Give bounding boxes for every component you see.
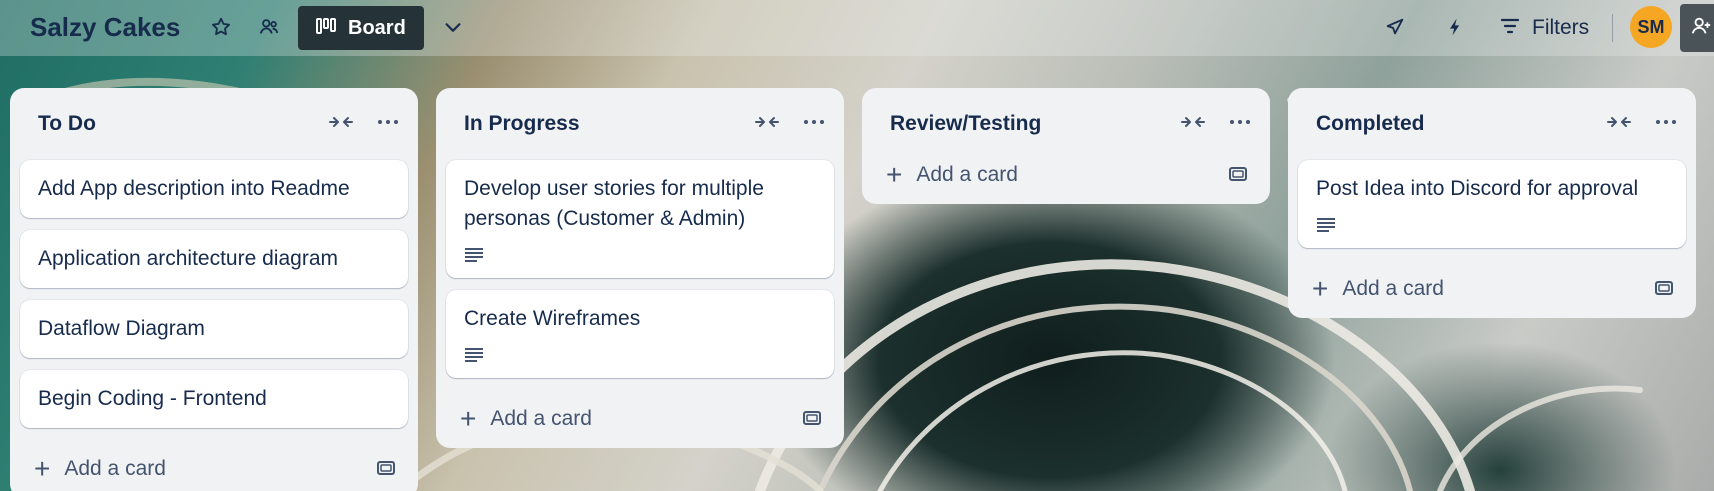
card-template-icon[interactable] xyxy=(1654,278,1674,304)
list-menu-icon[interactable] xyxy=(802,112,826,137)
plus-icon: + xyxy=(1312,273,1329,304)
rocket-icon[interactable] xyxy=(1380,12,1410,42)
list-title[interactable]: To Do xyxy=(38,112,96,136)
card[interactable]: Add App description into Readme xyxy=(20,160,408,218)
list-menu-icon[interactable] xyxy=(1654,112,1678,137)
list-review-testing: Review/Testing + Add a card xyxy=(862,88,1270,204)
card[interactable]: Develop user stories for multiple person… xyxy=(446,160,834,278)
board-view-icon xyxy=(316,17,336,40)
card-template-icon[interactable] xyxy=(802,408,822,434)
add-card-button[interactable]: + Add a card xyxy=(20,440,408,491)
list-title[interactable]: Review/Testing xyxy=(890,112,1041,136)
card[interactable]: Application architecture diagram xyxy=(20,230,408,288)
card[interactable]: Post Idea into Discord for approval xyxy=(1298,160,1686,248)
list-completed: Completed Post Idea into Discord for app… xyxy=(1288,88,1696,318)
filters-button[interactable]: Filters xyxy=(1500,10,1589,46)
card[interactable]: Begin Coding - Frontend xyxy=(20,370,408,428)
workspace-visibility-icon[interactable] xyxy=(254,12,284,42)
card[interactable]: Create Wireframes xyxy=(446,290,834,378)
list-header: In Progress xyxy=(446,88,834,160)
star-icon[interactable] xyxy=(206,12,236,42)
description-icon xyxy=(1316,212,1668,234)
card[interactable]: Dataflow Diagram xyxy=(20,300,408,358)
plus-icon: + xyxy=(34,453,51,484)
avatar-initials: SM xyxy=(1637,16,1665,37)
card-title: Create Wireframes xyxy=(464,307,641,330)
plus-icon: + xyxy=(886,159,903,190)
chevron-down-icon[interactable] xyxy=(438,12,468,42)
automation-lightning-icon[interactable] xyxy=(1440,12,1470,42)
plus-icon: + xyxy=(460,403,477,434)
card-title: Add App description into Readme xyxy=(38,177,350,200)
add-card-button[interactable]: + Add a card xyxy=(1298,260,1686,318)
board-header: Salzy Cakes Board Filters SM xyxy=(0,0,1714,56)
list-title[interactable]: In Progress xyxy=(464,112,580,136)
add-card-label: Add a card xyxy=(1342,277,1444,300)
card-template-icon[interactable] xyxy=(376,458,396,484)
board-title[interactable]: Salzy Cakes xyxy=(30,12,180,43)
add-card-label: Add a card xyxy=(64,457,166,480)
collapse-list-icon[interactable] xyxy=(754,112,780,137)
board-view-label: Board xyxy=(348,16,406,39)
card-title: Post Idea into Discord for approval xyxy=(1316,177,1639,200)
description-icon xyxy=(464,242,816,264)
list-menu-icon[interactable] xyxy=(1228,112,1252,137)
card-template-icon[interactable] xyxy=(1228,164,1248,190)
list-title[interactable]: Completed xyxy=(1316,112,1425,136)
add-card-label: Add a card xyxy=(490,407,592,430)
list-header: To Do xyxy=(20,88,408,160)
filter-icon xyxy=(1500,16,1520,40)
list-header: Completed xyxy=(1298,88,1686,160)
card-title: Dataflow Diagram xyxy=(38,317,205,340)
list-to-do: To Do Add App description into Readme Ap… xyxy=(10,88,418,491)
collapse-list-icon[interactable] xyxy=(1606,112,1632,137)
list-menu-icon[interactable] xyxy=(376,112,400,137)
add-card-button[interactable]: + Add a card xyxy=(446,390,834,448)
collapse-list-icon[interactable] xyxy=(1180,112,1206,137)
share-button[interactable] xyxy=(1680,4,1714,52)
add-card-label: Add a card xyxy=(916,163,1018,186)
add-member-icon xyxy=(1690,15,1712,42)
avatar[interactable]: SM xyxy=(1630,6,1672,48)
card-title: Develop user stories for multiple person… xyxy=(464,177,764,230)
card-title: Application architecture diagram xyxy=(38,247,338,270)
filters-label: Filters xyxy=(1532,16,1590,39)
description-icon xyxy=(464,342,816,364)
list-in-progress: In Progress Develop user stories for mul… xyxy=(436,88,844,448)
card-title: Begin Coding - Frontend xyxy=(38,387,267,410)
board-view-button[interactable]: Board xyxy=(298,6,424,50)
header-divider xyxy=(1612,14,1613,42)
add-card-button[interactable]: + Add a card xyxy=(872,146,1260,204)
collapse-list-icon[interactable] xyxy=(328,112,354,137)
